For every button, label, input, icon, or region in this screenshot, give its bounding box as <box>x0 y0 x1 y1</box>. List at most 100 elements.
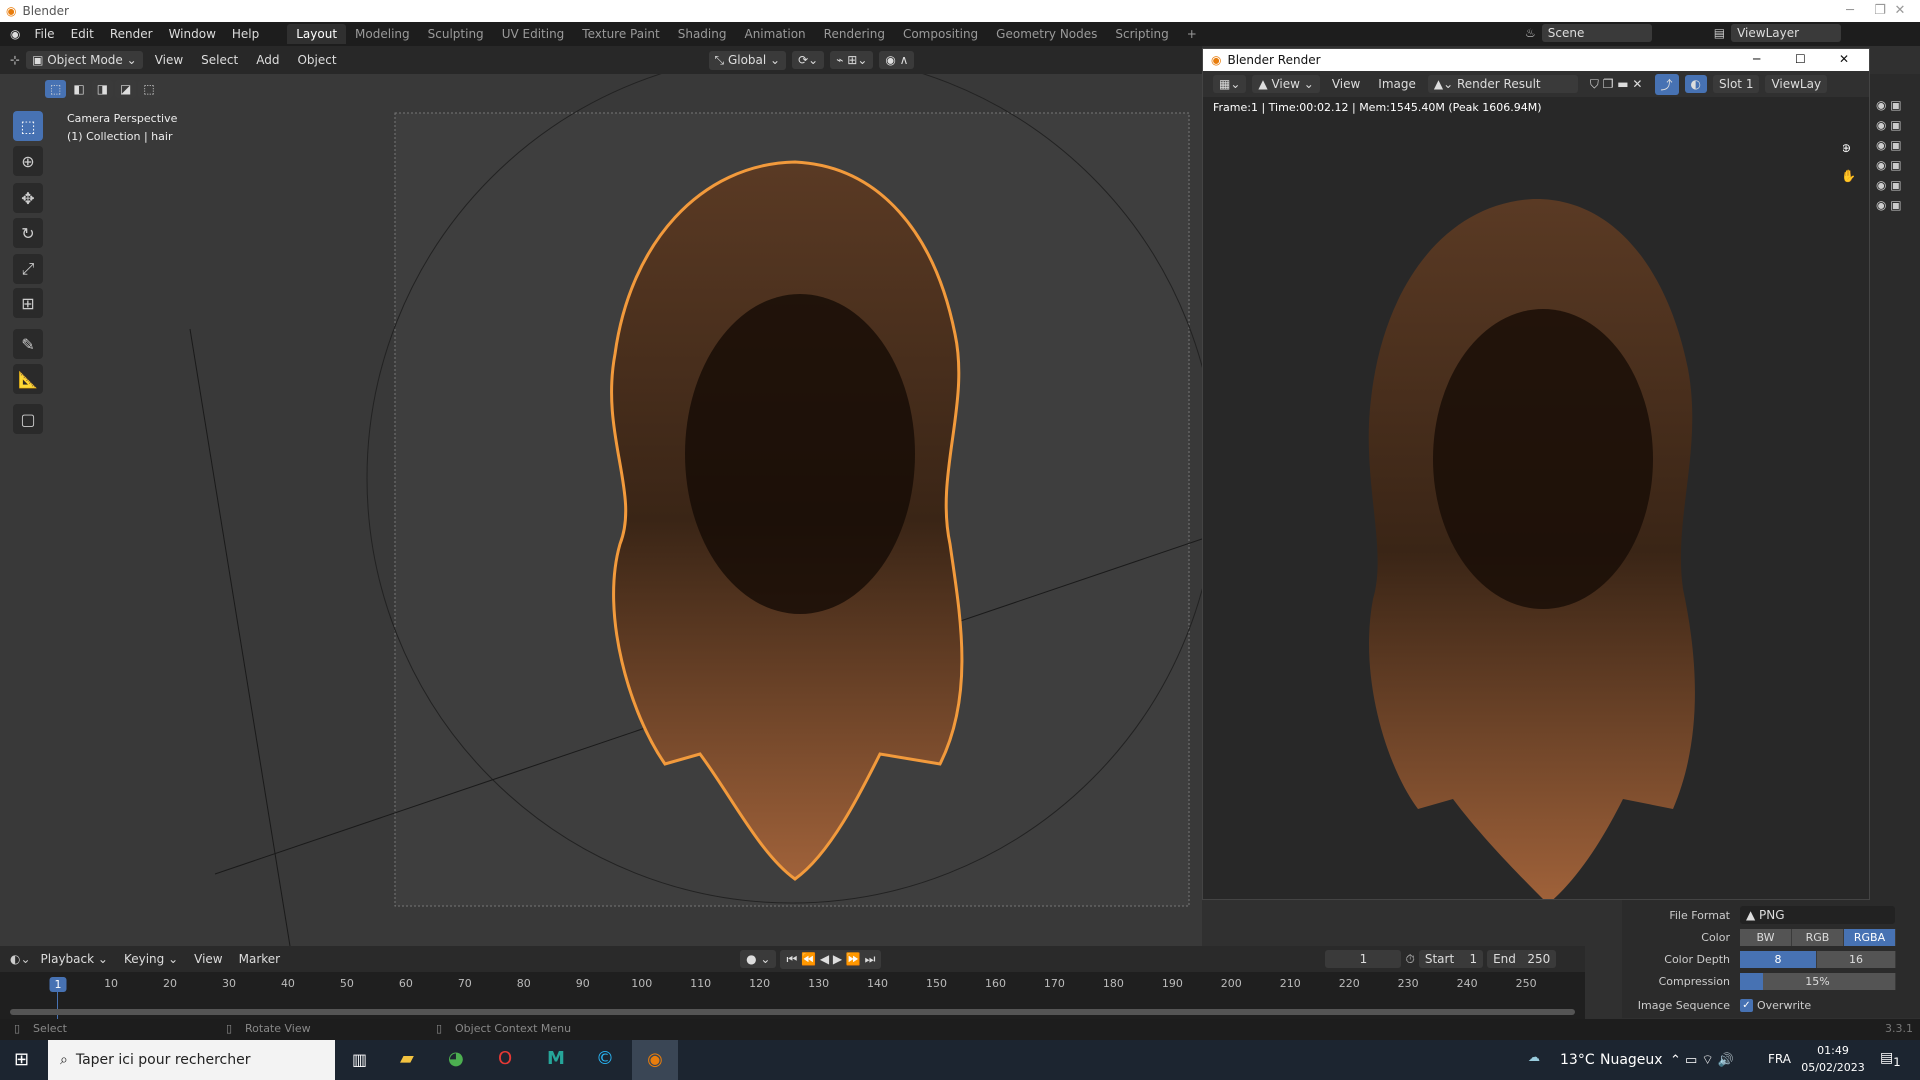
blender-menu-icon[interactable]: ◉ <box>10 27 20 41</box>
image-browser[interactable]: ▲⌄ Render Result <box>1427 75 1578 93</box>
slot-dropdown[interactable]: Slot 1 <box>1713 75 1760 93</box>
stopwatch-icon[interactable]: ⏱ <box>1405 952 1414 967</box>
view-mode-dropdown[interactable]: ▲ View ⌄ <box>1252 75 1320 93</box>
menu-keying[interactable]: Keying ⌄ <box>118 950 184 968</box>
opera-icon[interactable]: O <box>498 1048 512 1069</box>
tab-uv-editing[interactable]: UV Editing <box>493 24 574 44</box>
scene-icon[interactable]: ♨ <box>1525 26 1536 40</box>
image-actions-icon[interactable]: ⛉ ❐ ▬ ✕ <box>1584 75 1649 94</box>
tab-compositing[interactable]: Compositing <box>894 24 987 44</box>
tab-sculpting[interactable]: Sculpting <box>419 24 493 44</box>
measure-tool-icon[interactable]: 📐 <box>13 364 43 394</box>
menu-object[interactable]: Object <box>291 51 342 69</box>
mode-dropdown[interactable]: ▣ Object Mode ⌄ <box>26 51 143 69</box>
scene-field[interactable]: Scene <box>1541 24 1652 42</box>
menu-view[interactable]: View <box>149 51 189 69</box>
tray-icons[interactable]: ⌃ ▭ ⌔ 🔊 <box>1670 1052 1734 1068</box>
color-rgb-button[interactable]: RGB <box>1792 928 1844 946</box>
taskbar-search[interactable]: ⌕ Taper ici pour rechercher <box>48 1040 335 1080</box>
add-workspace-button[interactable]: + <box>1178 24 1206 44</box>
annotate-tool-icon[interactable]: ✎ <box>13 329 43 359</box>
depth-16-button[interactable]: 16 <box>1817 950 1896 968</box>
render-close-button[interactable]: ✕ <box>1839 52 1849 66</box>
notifications-icon[interactable]: ▤1 <box>1880 1050 1901 1069</box>
timeline-scrollbar[interactable] <box>10 1009 1575 1015</box>
pan-hand-icon[interactable]: ✋ <box>1841 169 1856 183</box>
transform-tool-icon[interactable]: ⊞ <box>13 288 43 318</box>
sample-tool-icon[interactable]: ⤴ <box>1654 73 1679 95</box>
menu-view[interactable]: View <box>1326 75 1366 93</box>
tab-animation[interactable]: Animation <box>735 24 814 44</box>
visibility-eye-icon[interactable]: ◉ ▣ <box>1876 138 1902 152</box>
scale-tool-icon[interactable]: ⤢ <box>13 254 43 284</box>
editor-type-icon[interactable]: ⊹ <box>10 53 20 67</box>
playback-controls[interactable]: ⏮ ⏪ ◀ ▶ ⏩ ⏭ <box>780 949 882 969</box>
menu-image[interactable]: Image <box>1372 75 1422 93</box>
weather-temp[interactable]: 13°C <box>1560 1052 1595 1068</box>
chrome-icon[interactable]: ◕ <box>448 1048 464 1069</box>
menu-render[interactable]: Render <box>102 27 161 41</box>
app-c-icon[interactable]: © <box>596 1048 614 1069</box>
visibility-eye-icon[interactable]: ◉ ▣ <box>1876 118 1902 132</box>
render-maximize-button[interactable]: ☐ <box>1795 52 1806 66</box>
render-view-layer-dropdown[interactable]: ViewLay <box>1765 75 1828 93</box>
tab-rendering[interactable]: Rendering <box>815 24 894 44</box>
clock-time[interactable]: 01:49 <box>1803 1044 1863 1057</box>
orientation-dropdown[interactable]: ⤡ Global ⌄ <box>708 50 787 70</box>
cursor-tool-icon[interactable]: ⊕ <box>13 146 43 176</box>
render-minimize-button[interactable]: ─ <box>1753 52 1760 66</box>
weather-text[interactable]: Nuageux <box>1600 1052 1663 1068</box>
visibility-eye-icon[interactable]: ◉ ▣ <box>1876 98 1902 112</box>
3d-viewport[interactable]: ⬚ ◧ ◨ ◪ ⬚ Camera Perspective (1) Collect… <box>0 74 1202 946</box>
select-box-tool-icon[interactable]: ⬚ <box>13 111 43 141</box>
menu-playback[interactable]: Playback ⌄ <box>35 950 114 968</box>
move-tool-icon[interactable]: ✥ <box>13 183 43 213</box>
close-button[interactable]: ✕ <box>1880 0 1920 22</box>
menu-view[interactable]: View <box>188 950 228 968</box>
timeline-editor-icon[interactable]: ◐⌄ <box>10 952 31 966</box>
menu-help[interactable]: Help <box>224 27 267 41</box>
windows-start-icon[interactable]: ⊞ <box>14 1049 29 1070</box>
compression-slider[interactable]: 15% <box>1740 972 1896 990</box>
auto-keying-toggle[interactable]: ● ⌄ <box>740 950 777 968</box>
color-bw-button[interactable]: BW <box>1740 928 1792 946</box>
snap-toggle[interactable]: ⌁ ⊞⌄ <box>830 51 874 69</box>
menu-add[interactable]: Add <box>250 51 285 69</box>
task-view-icon[interactable]: ▥ <box>352 1050 367 1069</box>
visibility-eye-icon[interactable]: ◉ ▣ <box>1876 158 1902 172</box>
proportional-edit-toggle[interactable]: ◉ ∧ <box>879 51 915 69</box>
rotate-tool-icon[interactable]: ↻ <box>13 218 43 248</box>
file-format-dropdown[interactable]: ▲ PNG <box>1740 906 1895 924</box>
add-cube-tool-icon[interactable]: ▢ <box>13 404 43 434</box>
blender-taskbar-icon[interactable]: ◉ <box>632 1040 678 1080</box>
view-layer-field[interactable]: ViewLayer <box>1731 24 1842 42</box>
menu-select[interactable]: Select <box>195 51 244 69</box>
file-explorer-icon[interactable]: ▰ <box>400 1048 414 1069</box>
editor-type-icon[interactable]: ▦⌄ <box>1213 75 1247 93</box>
menu-marker[interactable]: Marker <box>233 950 286 968</box>
tab-modeling[interactable]: Modeling <box>346 24 419 44</box>
weather-icon[interactable]: ☁ <box>1528 1050 1540 1064</box>
tab-shading[interactable]: Shading <box>669 24 736 44</box>
visibility-eye-icon[interactable]: ◉ ▣ <box>1876 198 1902 212</box>
tab-texture-paint[interactable]: Texture Paint <box>573 24 668 44</box>
overwrite-checkbox[interactable]: ✓ <box>1740 998 1753 1012</box>
depth-8-button[interactable]: 8 <box>1740 950 1817 968</box>
language-indicator[interactable]: FRA <box>1768 1052 1791 1066</box>
visibility-eye-icon[interactable]: ◉ ▣ <box>1876 178 1902 192</box>
menu-edit[interactable]: Edit <box>63 27 102 41</box>
maya-icon[interactable]: M <box>547 1048 565 1069</box>
menu-file[interactable]: File <box>26 27 62 41</box>
tab-scripting[interactable]: Scripting <box>1106 24 1177 44</box>
current-frame-field[interactable]: 1 <box>1325 950 1402 968</box>
clock-date[interactable]: 05/02/2023 <box>1798 1061 1868 1074</box>
start-frame-field[interactable]: Start 1 <box>1418 950 1484 968</box>
tab-geometry-nodes[interactable]: Geometry Nodes <box>987 24 1106 44</box>
tab-layout[interactable]: Layout <box>287 24 347 44</box>
display-channels-icon[interactable]: ◐ <box>1684 75 1707 93</box>
color-rgba-button[interactable]: RGBA <box>1844 928 1896 946</box>
menu-window[interactable]: Window <box>161 27 224 41</box>
end-frame-field[interactable]: End 250 <box>1487 950 1557 968</box>
view-layer-icon[interactable]: ▤ <box>1714 26 1725 40</box>
pivot-dropdown[interactable]: ⟳⌄ <box>792 51 825 69</box>
